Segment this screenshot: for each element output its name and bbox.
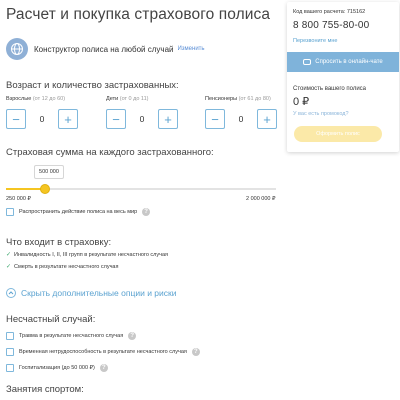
- policy-cost-value: 0 ₽: [293, 96, 310, 108]
- included-item-label: Смерть в результате несчастного случая: [14, 263, 119, 270]
- adults-value[interactable]: 0: [26, 114, 58, 124]
- included-item: ✓ Смерть в результате несчастного случая: [6, 263, 119, 271]
- children-value[interactable]: 0: [126, 114, 158, 124]
- children-label: Дети: [106, 96, 119, 102]
- pensioners-value[interactable]: 0: [225, 114, 257, 124]
- promo-code-link[interactable]: У вас есть промокод?: [293, 111, 349, 117]
- accident-checkbox[interactable]: [6, 348, 14, 356]
- slider-fill: [6, 188, 45, 190]
- sum-slider[interactable]: [6, 184, 276, 194]
- pensioners-minus-button[interactable]: −: [205, 109, 225, 129]
- accident-option-label: Временная нетрудоспособность в результат…: [19, 349, 187, 355]
- adults-plus-button[interactable]: +: [58, 109, 78, 129]
- children-plus-button[interactable]: +: [158, 109, 178, 129]
- chevron-up-icon: [6, 288, 16, 298]
- toggle-options-link[interactable]: Скрыть дополнительные опции и риски: [6, 288, 177, 298]
- adults-counter: Взрослые (от 12 до 60) − 0 +: [6, 96, 78, 129]
- online-chat-button[interactable]: Спросить в онлайн-чате: [287, 52, 399, 72]
- buy-policy-button[interactable]: Оформить полис: [294, 126, 382, 142]
- children-hint: (от 0 до 11): [119, 96, 149, 102]
- change-link[interactable]: Изменить: [177, 46, 204, 52]
- sum-amount-field[interactable]: 500 000: [34, 165, 64, 179]
- children-minus-button[interactable]: −: [106, 109, 126, 129]
- adults-minus-button[interactable]: −: [6, 109, 26, 129]
- check-icon: ✓: [6, 264, 12, 270]
- accident-option[interactable]: Временная нетрудоспособность в результат…: [6, 348, 200, 356]
- adults-label: Взрослые: [6, 96, 32, 102]
- slider-thumb[interactable]: [39, 184, 50, 194]
- accident-checkbox[interactable]: [6, 332, 14, 340]
- slider-min-label: 250 000 ₽: [6, 196, 31, 202]
- globe-icon: [6, 38, 28, 60]
- sport-section-title: Занятия спортом:: [6, 384, 84, 395]
- policy-cost-label: Стоимость вашего полиса: [293, 86, 367, 92]
- included-item: ✓ Инвалидность I, II, III групп в резуль…: [6, 251, 169, 259]
- online-chat-label: Спросить в онлайн-чате: [315, 59, 383, 65]
- children-counter: Дети (от 0 до 11) − 0 +: [106, 96, 178, 129]
- insured-section-title: Возраст и количество застрахованных:: [6, 80, 179, 91]
- accident-section-title: Несчастный случай:: [6, 314, 96, 325]
- pensioners-plus-button[interactable]: +: [257, 109, 277, 129]
- page-title: Расчет и покупка страхового полиса: [6, 6, 271, 23]
- included-section-title: Что входит в страховку:: [6, 237, 112, 248]
- help-icon[interactable]: ?: [99, 364, 108, 372]
- slider-max-label: 2 000 000 ₽: [246, 196, 276, 202]
- accident-checkbox[interactable]: [6, 364, 14, 372]
- pensioners-hint: (от 61 до 80): [238, 96, 271, 102]
- pensioners-label: Пенсионеры: [205, 96, 238, 102]
- adults-hint: (от 12 до 60): [32, 96, 66, 102]
- worldwide-option[interactable]: Распространить действие полиса на весь м…: [6, 208, 151, 216]
- toggle-options-label: Скрыть дополнительные опции и риски: [21, 288, 177, 298]
- help-icon[interactable]: ?: [191, 348, 200, 356]
- pensioners-counter: Пенсионеры (от 61 до 80) − 0 +: [205, 96, 277, 129]
- chat-icon: [303, 59, 312, 65]
- callback-link[interactable]: Перезвоните мне: [293, 38, 337, 44]
- constructor-label: Конструктор полиса на любой случай: [34, 44, 174, 54]
- policy-constructor: Конструктор полиса на любой случай Измен…: [6, 38, 205, 60]
- worldwide-checkbox[interactable]: [6, 208, 14, 216]
- help-icon[interactable]: ?: [142, 208, 151, 216]
- accident-option[interactable]: Травма в результате несчастного случая ?: [6, 332, 137, 340]
- worldwide-label: Распространить действие полиса на весь м…: [19, 209, 138, 215]
- calc-code: Код вашего расчета: 715162: [293, 9, 366, 15]
- phone-number[interactable]: 8 800 755-80-00: [293, 20, 369, 31]
- summary-panel: Код вашего расчета: 715162 8 800 755-80-…: [287, 2, 399, 152]
- included-item-label: Инвалидность I, II, III групп в результа…: [14, 251, 169, 258]
- check-icon: ✓: [6, 252, 12, 258]
- accident-option-label: Травма в результате несчастного случая: [19, 333, 124, 339]
- accident-option[interactable]: Госпитализация (до 50 000 ₽) ?: [6, 364, 108, 372]
- accident-option-label: Госпитализация (до 50 000 ₽): [19, 365, 95, 371]
- sum-section-title: Страховая сумма на каждого застрахованно…: [6, 147, 214, 158]
- help-icon[interactable]: ?: [128, 332, 137, 340]
